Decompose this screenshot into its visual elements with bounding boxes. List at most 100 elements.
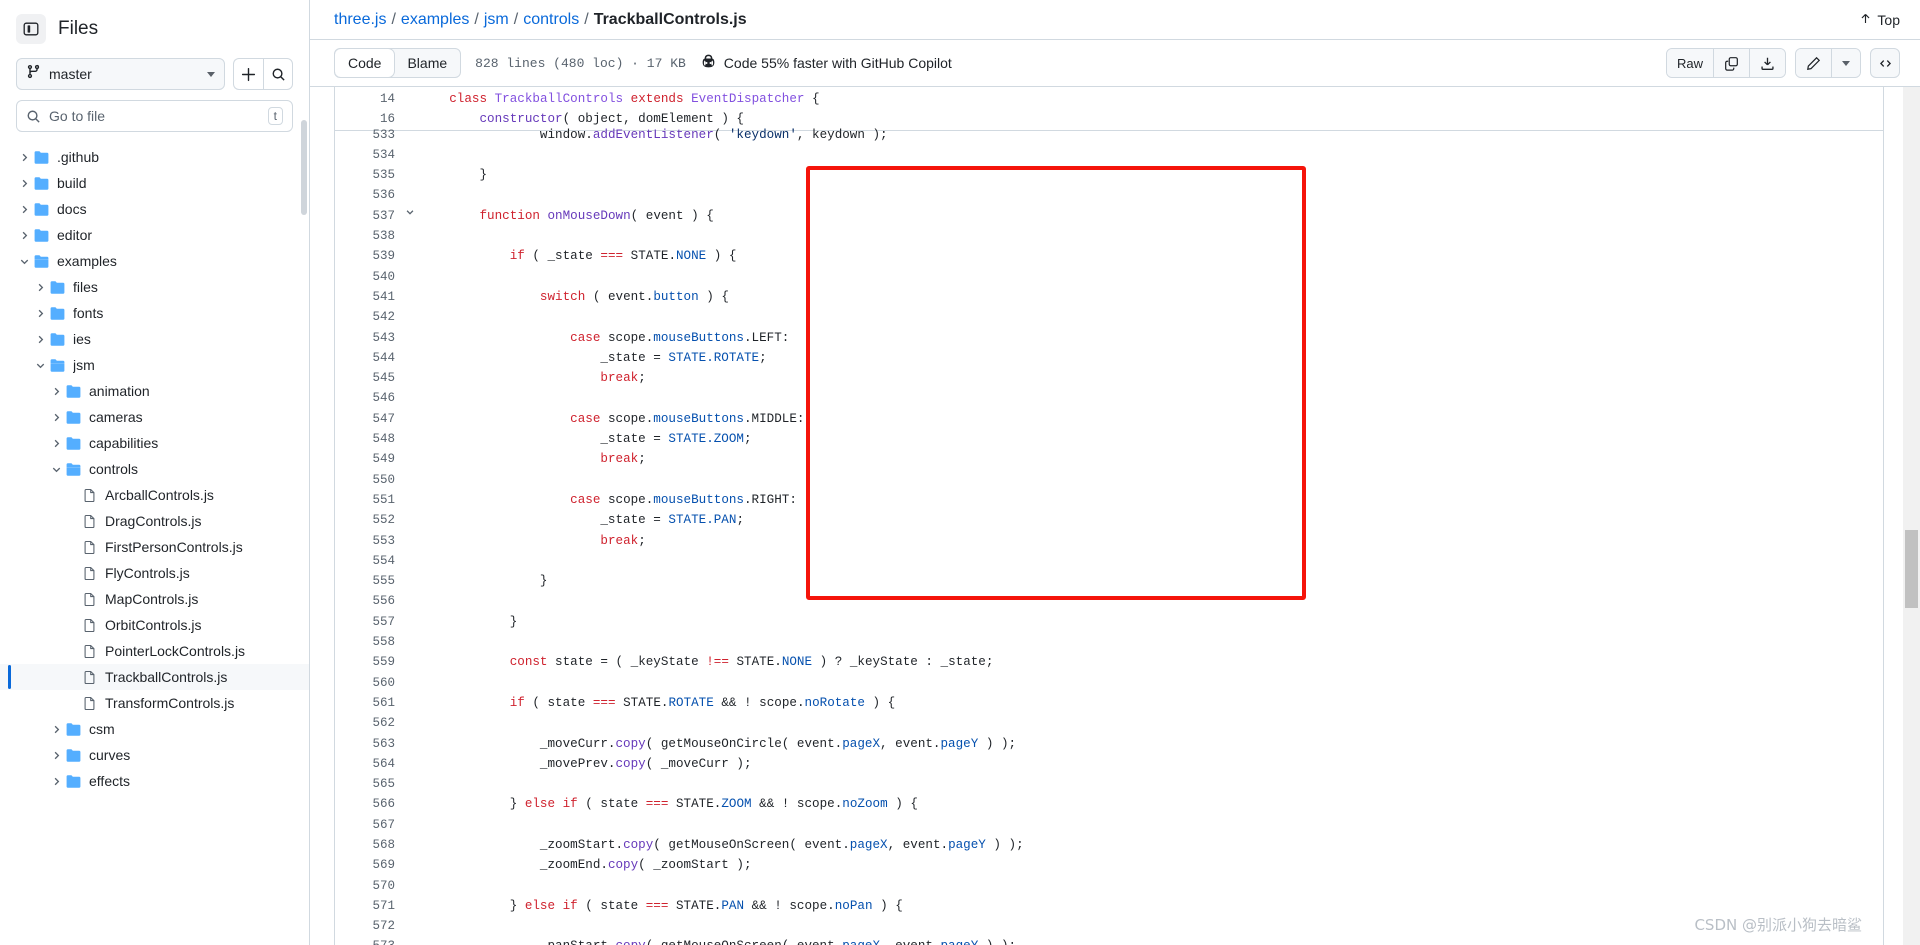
line-number[interactable]: 560 (335, 673, 401, 693)
chevron-down-icon[interactable] (32, 357, 48, 373)
line-number[interactable]: 573 (335, 936, 401, 945)
line-number[interactable]: 572 (335, 916, 401, 936)
chevron-right-icon[interactable] (48, 747, 64, 763)
search-icon[interactable] (263, 58, 293, 90)
line-number[interactable]: 533 (335, 125, 401, 145)
line-number[interactable]: 566 (335, 794, 401, 814)
tree-file-item[interactable]: FlyControls.js (0, 560, 309, 586)
line-number[interactable]: 554 (335, 551, 401, 571)
breadcrumb-link[interactable]: controls (523, 11, 579, 29)
line-number[interactable]: 540 (335, 267, 401, 287)
tree-folder-item[interactable]: build (0, 170, 309, 196)
line-number[interactable]: 549 (335, 449, 401, 469)
chevron-down-icon[interactable] (48, 461, 64, 477)
back-to-top-link[interactable]: Top (1859, 12, 1900, 28)
chevron-right-icon[interactable] (16, 149, 32, 165)
chevron-down-icon[interactable] (1832, 49, 1860, 77)
sidebar-collapse-icon[interactable] (16, 14, 46, 44)
tree-folder-item[interactable]: effects (0, 768, 309, 794)
breadcrumb-link[interactable]: examples (401, 11, 469, 29)
tree-folder-item[interactable]: examples (0, 248, 309, 274)
branch-selector[interactable]: master (16, 58, 225, 90)
tree-folder-item[interactable]: capabilities (0, 430, 309, 456)
download-icon[interactable] (1750, 49, 1785, 77)
tree-file-item[interactable]: ArcballControls.js (0, 482, 309, 508)
chevron-right-icon[interactable] (48, 383, 64, 399)
raw-button[interactable]: Raw (1666, 49, 1714, 77)
line-number[interactable]: 536 (335, 185, 401, 205)
line-number[interactable]: 561 (335, 693, 401, 713)
code-lines[interactable]: 533 window.addEventListener( 'keydown', … (335, 125, 1883, 945)
tree-file-item[interactable]: TrackballControls.js (0, 664, 309, 690)
line-number[interactable]: 548 (335, 429, 401, 449)
line-number[interactable]: 550 (335, 470, 401, 490)
line-number[interactable]: 567 (335, 815, 401, 835)
code-scrollbar-thumb[interactable] (1905, 530, 1918, 608)
line-number[interactable]: 558 (335, 632, 401, 652)
line-number[interactable]: 544 (335, 348, 401, 368)
chevron-right-icon[interactable] (48, 721, 64, 737)
line-number[interactable]: 557 (335, 612, 401, 632)
tree-folder-item[interactable]: ies (0, 326, 309, 352)
chevron-right-icon[interactable] (16, 175, 32, 191)
line-number[interactable]: 552 (335, 510, 401, 530)
tree-file-item[interactable]: DragControls.js (0, 508, 309, 534)
tab-code[interactable]: Code (335, 49, 395, 77)
line-number[interactable]: 542 (335, 307, 401, 327)
tree-folder-item[interactable]: animation (0, 378, 309, 404)
line-number[interactable]: 556 (335, 591, 401, 611)
line-number[interactable]: 565 (335, 774, 401, 794)
line-number[interactable]: 534 (335, 145, 401, 165)
code-scrollbar[interactable] (1903, 87, 1920, 945)
chevron-right-icon[interactable] (32, 279, 48, 295)
tree-folder-item[interactable]: editor (0, 222, 309, 248)
chevron-right-icon[interactable] (48, 773, 64, 789)
line-number[interactable]: 562 (335, 713, 401, 733)
line-number[interactable]: 569 (335, 855, 401, 875)
tree-file-item[interactable]: FirstPersonControls.js (0, 534, 309, 560)
line-number[interactable]: 564 (335, 754, 401, 774)
tree-file-item[interactable]: TransformControls.js (0, 690, 309, 716)
chevron-right-icon[interactable] (16, 227, 32, 243)
line-number[interactable]: 14 (335, 89, 401, 109)
search-input[interactable]: Go to file t (16, 100, 293, 132)
line-number[interactable]: 547 (335, 409, 401, 429)
line-number[interactable]: 555 (335, 571, 401, 591)
tree-folder-item[interactable]: controls (0, 456, 309, 482)
chevron-right-icon[interactable] (32, 305, 48, 321)
tree-folder-item[interactable]: cameras (0, 404, 309, 430)
line-number[interactable]: 559 (335, 652, 401, 672)
copy-icon[interactable] (1714, 49, 1750, 77)
line-number[interactable]: 568 (335, 835, 401, 855)
tree-folder-item[interactable]: fonts (0, 300, 309, 326)
tree-folder-item[interactable]: docs (0, 196, 309, 222)
tree-file-item[interactable]: PointerLockControls.js (0, 638, 309, 664)
tree-folder-item[interactable]: files (0, 274, 309, 300)
breadcrumb-link[interactable]: jsm (484, 11, 509, 29)
copilot-promo-link[interactable]: Code 55% faster with GitHub Copilot (700, 53, 952, 73)
line-number[interactable]: 571 (335, 896, 401, 916)
tree-folder-item[interactable]: curves (0, 742, 309, 768)
tab-blame[interactable]: Blame (394, 49, 460, 77)
line-number[interactable]: 537 (335, 206, 401, 226)
line-number[interactable]: 541 (335, 287, 401, 307)
tree-folder-item[interactable]: jsm (0, 352, 309, 378)
line-number[interactable]: 563 (335, 734, 401, 754)
chevron-down-icon[interactable] (16, 253, 32, 269)
chevron-right-icon[interactable] (48, 409, 64, 425)
code-brackets-icon[interactable] (1870, 48, 1900, 78)
add-file-button[interactable] (233, 58, 263, 90)
line-number[interactable]: 539 (335, 246, 401, 266)
code-fold-toggle-icon[interactable] (401, 206, 419, 226)
line-number[interactable]: 570 (335, 876, 401, 896)
line-number[interactable]: 551 (335, 490, 401, 510)
pencil-icon[interactable] (1796, 49, 1832, 77)
tree-folder-item[interactable]: csm (0, 716, 309, 742)
tree-folder-item[interactable]: .github (0, 144, 309, 170)
line-number[interactable]: 553 (335, 531, 401, 551)
chevron-right-icon[interactable] (16, 201, 32, 217)
chevron-right-icon[interactable] (32, 331, 48, 347)
tree-file-item[interactable]: OrbitControls.js (0, 612, 309, 638)
sidebar-scrollbar-thumb[interactable] (301, 120, 307, 215)
line-number[interactable]: 538 (335, 226, 401, 246)
